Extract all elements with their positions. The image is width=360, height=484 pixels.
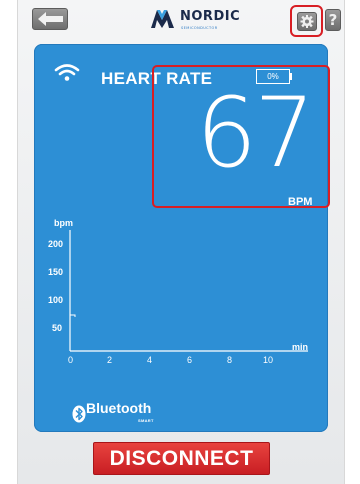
nordic-logo-mark [151,10,174,28]
arrow-left-icon [38,12,63,26]
disconnect-button[interactable]: DISCONNECT [93,442,270,475]
graph-x-tick: 4 [147,355,152,365]
graph-x-tick: 0 [68,355,73,365]
nordic-logo: NORDIC SEMICONDUCTOR [150,7,260,35]
back-button[interactable] [32,8,68,30]
logo-text: NORDIC [180,9,241,24]
gear-icon [300,15,314,28]
bluetooth-subtext: SMART [138,418,154,423]
settings-button[interactable] [297,12,317,31]
wifi-icon [54,64,80,81]
settings-highlight [290,5,323,37]
graph-x-tick: 8 [227,355,232,365]
heart-rate-graph: bpm 200 150 100 50 0 2 4 6 8 10 min [48,218,308,365]
graph-y-label: bpm [54,218,73,228]
graph-y-tick: 150 [48,267,63,277]
heart-rate-unit: BPM [288,196,313,208]
top-bar: NORDIC SEMICONDUCTOR ? [18,0,344,37]
bluetooth-text: Bluetooth [86,400,152,416]
heart-rate-value: 67 [196,77,315,189]
app-screen: NORDIC SEMICONDUCTOR ? HEART RATE 0% 67 … [17,0,345,484]
graph-y-tick: 200 [48,239,63,249]
help-button[interactable]: ? [325,9,341,31]
graph-x-tick: 2 [107,355,112,365]
graph-trace [70,314,76,317]
graph-x-tick: 6 [187,355,192,365]
logo-subtext: SEMICONDUCTOR [181,26,218,30]
graph-x-label: min [292,342,308,352]
graph-y-tick: 100 [48,295,63,305]
graph-x-tick: 10 [263,355,273,365]
bluetooth-icon [72,405,86,423]
graph-y-tick: 50 [52,323,62,333]
